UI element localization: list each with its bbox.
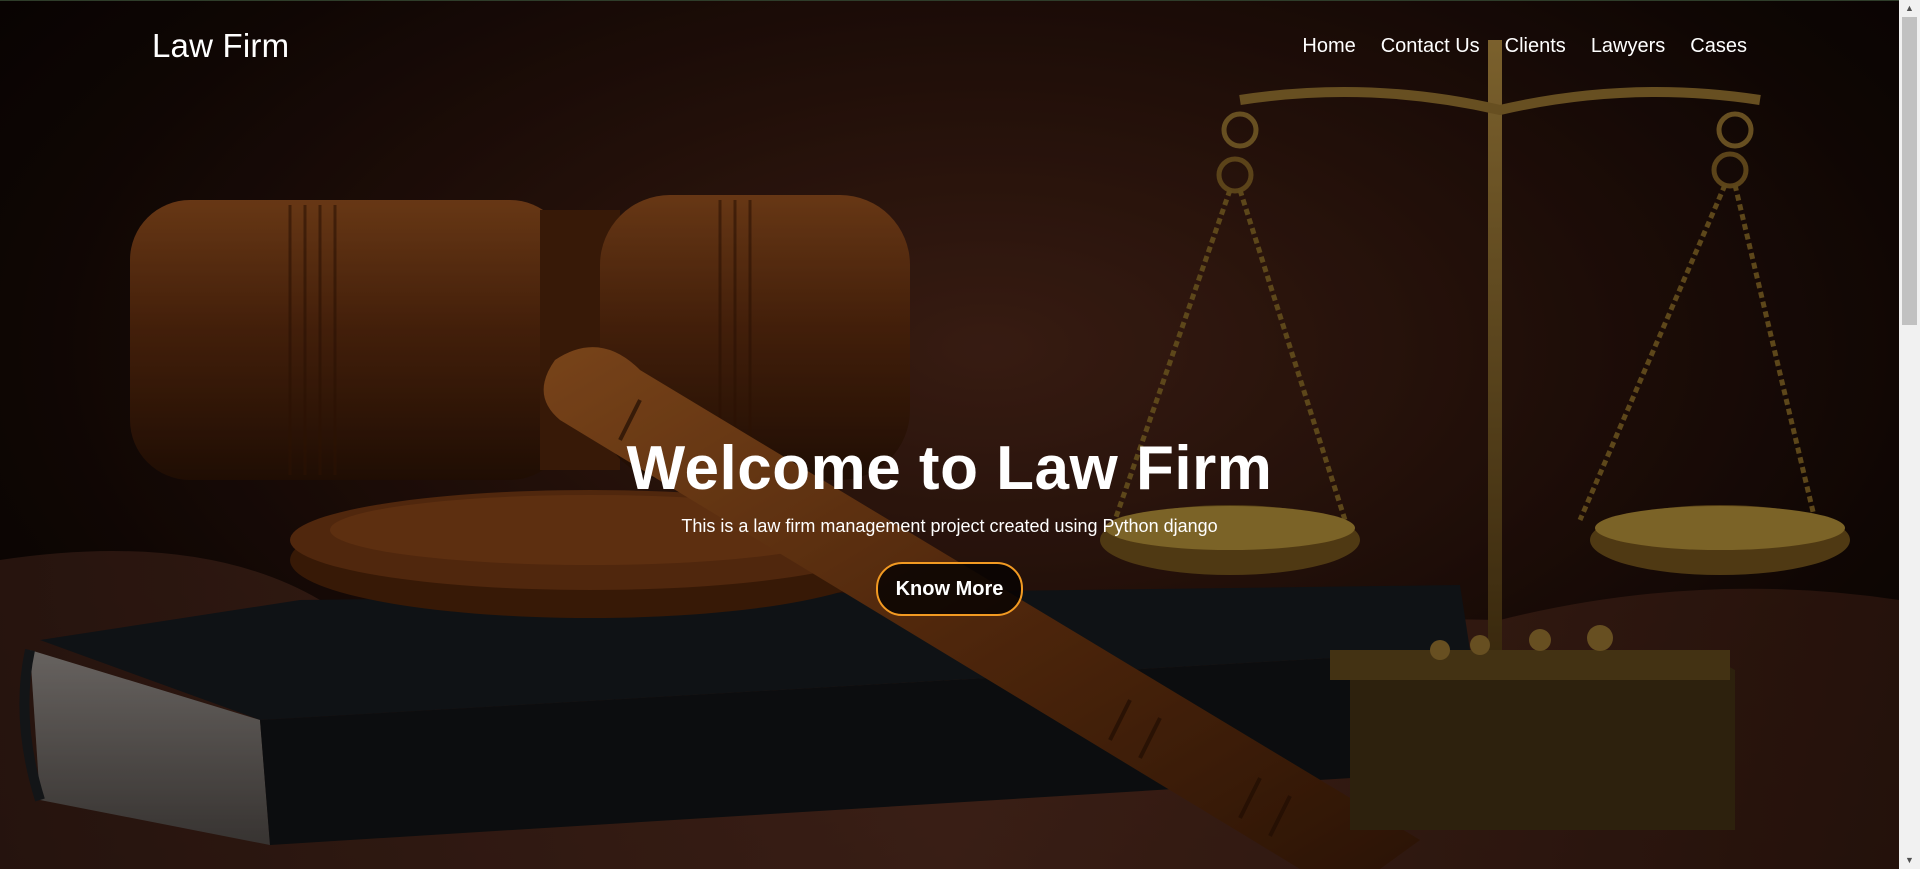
- nav-menu: Home Contact Us Clients Lawyers Cases: [1302, 33, 1747, 59]
- navbar: Law Firm Home Contact Us Clients Lawyers…: [0, 0, 1899, 92]
- hero-section: Law Firm Home Contact Us Clients Lawyers…: [0, 0, 1899, 869]
- nav-link-cases[interactable]: Cases: [1690, 35, 1747, 57]
- nav-link-contact-us[interactable]: Contact Us: [1381, 35, 1480, 57]
- nav-item-home: Home: [1302, 33, 1355, 59]
- scrollbar-thumb[interactable]: [1902, 17, 1917, 325]
- vertical-scrollbar[interactable]: ▲ ▼: [1899, 0, 1920, 869]
- viewport: Law Firm Home Contact Us Clients Lawyers…: [0, 0, 1920, 869]
- hero-subtitle: This is a law firm management project cr…: [681, 516, 1218, 536]
- nav-item-contact-us: Contact Us: [1381, 33, 1480, 59]
- scroll-down-arrow-icon[interactable]: ▼: [1899, 852, 1920, 869]
- nav-link-home[interactable]: Home: [1302, 35, 1355, 57]
- know-more-button[interactable]: Know More: [875, 562, 1024, 616]
- nav-item-lawyers: Lawyers: [1591, 33, 1665, 59]
- nav-link-lawyers[interactable]: Lawyers: [1591, 35, 1665, 57]
- hero-content: Welcome to Law Firm This is a law firm m…: [0, 432, 1899, 616]
- nav-link-clients[interactable]: Clients: [1505, 35, 1566, 57]
- brand-logo-link[interactable]: Law Firm: [152, 24, 289, 68]
- nav-item-clients: Clients: [1505, 33, 1566, 59]
- hero-title: Welcome to Law Firm: [626, 434, 1273, 503]
- scroll-up-arrow-icon[interactable]: ▲: [1899, 0, 1920, 17]
- nav-item-cases: Cases: [1690, 33, 1747, 59]
